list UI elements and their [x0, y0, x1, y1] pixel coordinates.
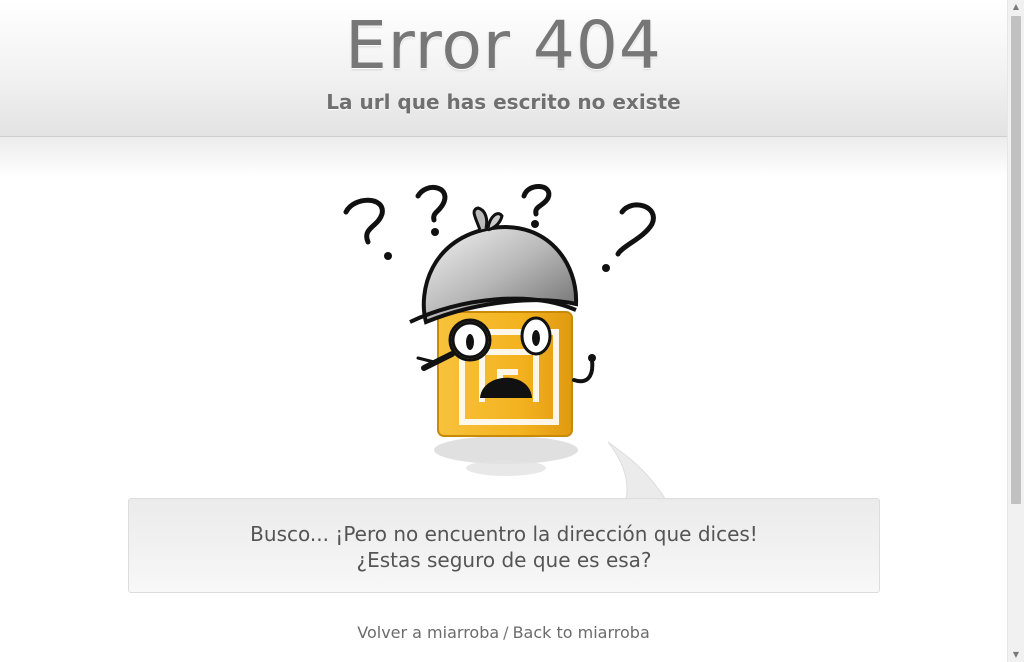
header-shadow: [0, 137, 1007, 177]
page-title: Error 404: [345, 7, 662, 84]
vertical-scrollbar[interactable]: ▲ ▼: [1007, 0, 1024, 662]
speech-bubble: Busco... ¡Pero no encuentro la dirección…: [128, 498, 880, 593]
back-to-miarroba-link-en[interactable]: Back to miarroba: [513, 623, 650, 642]
footer-links: Volver a miarroba / Back to miarroba: [0, 622, 1007, 644]
back-to-miarroba-link-es[interactable]: Volver a miarroba: [357, 623, 499, 642]
bubble-message-line2: ¿Estas seguro de que es esa?: [356, 548, 652, 572]
header-band: Error 404 La url que has escrito no exis…: [0, 0, 1007, 137]
speech-bubble-tail: [607, 441, 667, 501]
page-subtitle: La url que has escrito no existe: [326, 90, 681, 114]
error-page: Error 404 La url que has escrito no exis…: [0, 0, 1024, 662]
question-mark-icon: [343, 197, 385, 245]
scroll-down-arrow-icon[interactable]: ▼: [1008, 648, 1024, 662]
link-separator: /: [503, 623, 509, 642]
scrollbar-thumb[interactable]: [1011, 16, 1021, 504]
scroll-up-arrow-icon[interactable]: ▲: [1008, 0, 1024, 14]
bubble-message-line1: Busco... ¡Pero no encuentro la dirección…: [250, 522, 758, 546]
